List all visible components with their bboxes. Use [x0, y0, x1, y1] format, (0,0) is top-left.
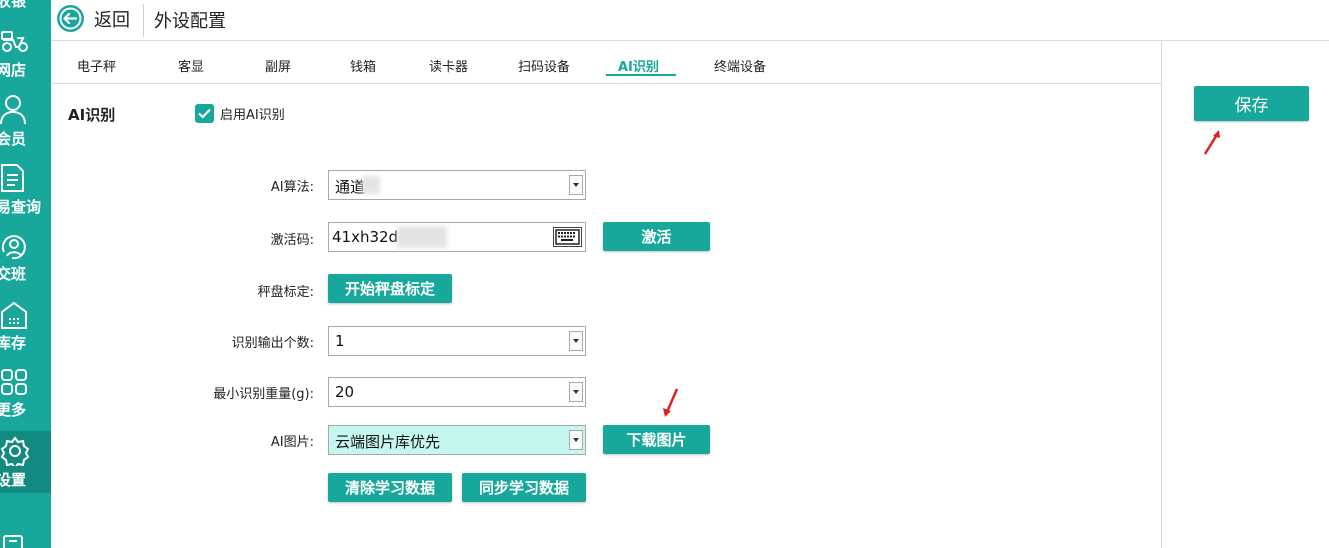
- back-button[interactable]: 返回: [57, 5, 130, 32]
- annotation-arrow-icon: [663, 388, 679, 417]
- tab-terminal-device[interactable]: 终端设备: [714, 56, 766, 75]
- min-weight-select[interactable]: 20: [328, 377, 586, 407]
- sidebar-item-shift[interactable]: 交班: [0, 232, 51, 288]
- redacted-area: [397, 226, 447, 248]
- tab-scale[interactable]: 电子秤: [77, 56, 116, 75]
- tab-ai-recognition[interactable]: AI识别: [618, 56, 659, 75]
- divider: [143, 4, 144, 37]
- gear-icon: [0, 436, 30, 466]
- document-icon: [0, 163, 26, 193]
- sidebar-item-label: 网店: [0, 61, 27, 79]
- panel-divider: [1161, 41, 1162, 548]
- back-arrow-icon: [57, 5, 84, 32]
- clear-learning-data-button[interactable]: 清除学习数据: [328, 473, 452, 502]
- sidebar-item-label: 易查询: [0, 198, 42, 216]
- list-icon: [0, 532, 26, 548]
- grid-icon: [0, 368, 28, 396]
- checkmark-icon: [195, 104, 214, 123]
- page-title: 外设配置: [154, 11, 226, 32]
- min-weight-label: 最小识别重量(g):: [213, 387, 314, 402]
- output-count-select[interactable]: 1: [328, 326, 586, 356]
- keyboard-icon[interactable]: [553, 227, 582, 247]
- output-count-value: 1: [335, 332, 345, 350]
- sidebar-item-settings[interactable]: 设置: [0, 431, 51, 493]
- annotation-arrow-icon: [1203, 130, 1220, 155]
- sidebar-item-cashier[interactable]: 收银: [0, 0, 51, 14]
- sidebar-item-label: 库存: [0, 334, 27, 352]
- algorithm-select[interactable]: 通道: [328, 170, 586, 200]
- section-title: AI识别: [68, 106, 116, 124]
- warehouse-icon: [0, 300, 28, 330]
- sidebar-item-online-store[interactable]: 网店: [0, 26, 51, 80]
- tab-card-reader[interactable]: 读卡器: [429, 56, 468, 75]
- activation-code-value: 41xh32d: [332, 228, 399, 246]
- sidebar-item-more[interactable]: 更多: [0, 368, 51, 424]
- tab-cash-drawer[interactable]: 钱箱: [350, 56, 376, 75]
- algorithm-value: 通道: [335, 178, 366, 196]
- shift-handover-icon: [0, 232, 28, 260]
- ai-image-value: 云端图片库优先: [335, 433, 441, 451]
- algorithm-label: AI算法:: [270, 180, 314, 195]
- activation-label: 激活码:: [270, 233, 314, 248]
- delivery-scooter-icon: [0, 28, 30, 54]
- sidebar-item-label: 收银: [0, 0, 27, 10]
- active-tab-indicator: [606, 74, 676, 76]
- sidebar-item-member[interactable]: 会员: [0, 94, 51, 150]
- enable-ai-label: 启用AI识别: [220, 108, 285, 123]
- sidebar-item-inventory[interactable]: 库存: [0, 300, 51, 356]
- chevron-down-icon[interactable]: [569, 430, 583, 450]
- min-weight-value: 20: [335, 383, 355, 401]
- chevron-down-icon[interactable]: [569, 382, 583, 402]
- top-bar: 返回 外设配置: [51, 0, 1329, 41]
- activate-button[interactable]: 激活: [603, 222, 710, 251]
- sidebar-item-label: 会员: [0, 130, 27, 148]
- tab-secondary-screen[interactable]: 副屏: [265, 56, 291, 75]
- user-icon: [0, 94, 28, 124]
- back-label: 返回: [94, 9, 130, 31]
- chevron-down-icon[interactable]: [569, 331, 583, 351]
- save-button[interactable]: 保存: [1194, 86, 1309, 121]
- sidebar-item-label: 更多: [0, 401, 27, 419]
- sidebar-item-label: 设置: [0, 471, 27, 489]
- start-calibration-button[interactable]: 开始秤盘标定: [328, 274, 452, 303]
- sidebar: 收银 网店 会员 易查询 交班 库存 更多 设置: [0, 0, 51, 548]
- enable-ai-checkbox[interactable]: 启用AI识别: [195, 104, 285, 123]
- tab-bar: 电子秤 客显 副屏 钱箱 读卡器 扫码设备 AI识别 终端设备: [51, 41, 1161, 84]
- chevron-down-icon[interactable]: [569, 175, 583, 195]
- sidebar-item-partial[interactable]: [0, 532, 51, 548]
- ai-image-label: AI图片:: [270, 435, 314, 450]
- output-count-label: 识别输出个数:: [231, 336, 314, 351]
- tab-scanner[interactable]: 扫码设备: [518, 56, 570, 75]
- ai-image-select[interactable]: 云端图片库优先: [328, 425, 586, 455]
- sync-learning-data-button[interactable]: 同步学习数据: [462, 473, 586, 502]
- tab-customer-display[interactable]: 客显: [178, 56, 204, 75]
- activation-code-input[interactable]: 41xh32d: [328, 222, 586, 252]
- calibration-label: 秤盘标定:: [257, 285, 314, 300]
- sidebar-item-query[interactable]: 易查询: [0, 163, 51, 219]
- download-images-button[interactable]: 下载图片: [603, 425, 710, 454]
- redacted-area: [362, 176, 380, 194]
- sidebar-item-label: 交班: [0, 265, 27, 283]
